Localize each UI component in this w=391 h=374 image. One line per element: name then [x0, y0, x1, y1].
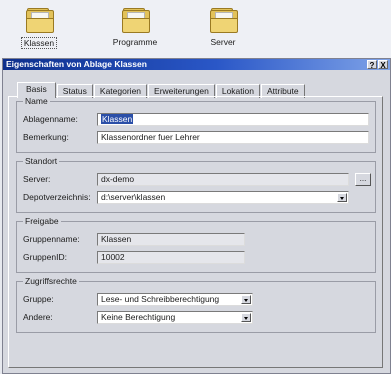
depot-value: d:\server\klassen: [101, 192, 166, 202]
desktop-icon-label: Server: [210, 37, 236, 47]
tab-basis[interactable]: Basis: [17, 82, 56, 98]
bemerkung-label: Bemerkung:: [23, 132, 69, 142]
group-label: Zugriffsrechte: [23, 276, 79, 286]
bemerkung-input[interactable]: Klassenordner fuer Lehrer: [97, 131, 369, 144]
ablagename-value: Klassen: [101, 114, 134, 124]
gruppenname-label: Gruppenname:: [23, 234, 80, 244]
tab-strip: Basis Status Kategorien Erweiterungen Lo…: [17, 82, 306, 98]
group-label: Freigabe: [23, 216, 61, 226]
depot-select[interactable]: d:\server\klassen: [97, 191, 349, 204]
desktop-icon-label: Programme: [112, 37, 158, 47]
desktop-icon-server[interactable]: Server: [193, 6, 253, 47]
server-label: Server:: [23, 174, 51, 184]
folder-icon: [24, 6, 54, 34]
group-standort: Standort Server: dx-demo ... Depotverzei…: [16, 156, 376, 213]
chevron-down-icon[interactable]: [241, 295, 251, 304]
close-button[interactable]: X: [378, 60, 388, 70]
gruppenid-field: 10002: [97, 251, 245, 264]
gruppenname-field: Klassen: [97, 233, 245, 246]
andere-label: Andere:: [23, 312, 53, 322]
ablagename-input[interactable]: Klassen: [97, 113, 369, 126]
chevron-down-icon[interactable]: [241, 313, 251, 322]
ablagename-label: Ablagenname:: [23, 114, 78, 124]
gruppe-select[interactable]: Lese- und Schreibberechtigung: [97, 293, 253, 306]
help-button[interactable]: ?: [367, 60, 377, 70]
desktop: Klassen Programme Server: [0, 0, 391, 60]
dialog-title: Eigenschaften von Ablage Klassen: [6, 59, 147, 69]
group-name: Name Ablagenname: Klassen Bemerkung: Kla…: [16, 96, 376, 153]
gruppe-value: Lese- und Schreibberechtigung: [101, 294, 220, 304]
andere-select[interactable]: Keine Berechtigung: [97, 311, 253, 324]
gruppenid-label: GruppenID:: [23, 252, 67, 262]
tab-page-basis: Name Ablagenname: Klassen Bemerkung: Kla…: [8, 96, 383, 368]
desktop-icon-label: Klassen: [20, 37, 58, 49]
gruppe-label: Gruppe:: [23, 294, 54, 304]
browse-server-button[interactable]: ...: [355, 173, 371, 186]
group-label: Standort: [23, 156, 60, 166]
group-freigabe: Freigabe Gruppenname: Klassen GruppenID:…: [16, 216, 376, 273]
properties-dialog: Eigenschaften von Ablage Klassen ? X Bas…: [2, 58, 391, 374]
desktop-icon-programme[interactable]: Programme: [105, 6, 165, 47]
depot-label: Depotverzeichnis:: [23, 192, 91, 202]
desktop-icon-klassen[interactable]: Klassen: [9, 6, 69, 49]
group-zugriffsrechte: Zugriffsrechte Gruppe: Lese- und Schreib…: [16, 276, 376, 333]
andere-value: Keine Berechtigung: [101, 312, 176, 322]
server-field: dx-demo: [97, 173, 349, 186]
chevron-down-icon[interactable]: [337, 193, 347, 202]
dialog-titlebar[interactable]: Eigenschaften von Ablage Klassen ? X: [3, 59, 390, 70]
folder-icon: [120, 6, 150, 34]
folder-icon: [208, 6, 238, 34]
